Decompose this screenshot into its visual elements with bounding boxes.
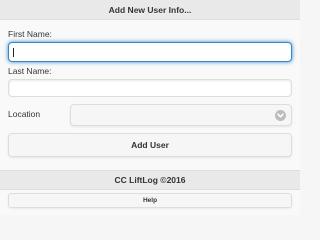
location-label: Location	[8, 109, 41, 119]
first-name-label: First Name:	[8, 29, 52, 39]
text-caret	[13, 48, 14, 57]
add-user-page: Add New User Info... First Name: Last Na…	[0, 0, 300, 215]
last-name-input[interactable]	[8, 79, 292, 97]
first-name-input[interactable]	[8, 42, 292, 62]
help-button[interactable]: Help	[8, 193, 292, 208]
page-footer: CC LiftLog ©2016	[0, 170, 300, 190]
page-title: Add New User Info...	[108, 5, 192, 15]
location-select[interactable]	[70, 104, 292, 126]
page-header: Add New User Info...	[0, 0, 300, 20]
footer-copyright: CC LiftLog ©2016	[114, 175, 186, 185]
chevron-down-icon	[275, 110, 286, 121]
add-user-button[interactable]: Add User	[8, 133, 292, 157]
last-name-label: Last Name:	[8, 66, 52, 76]
